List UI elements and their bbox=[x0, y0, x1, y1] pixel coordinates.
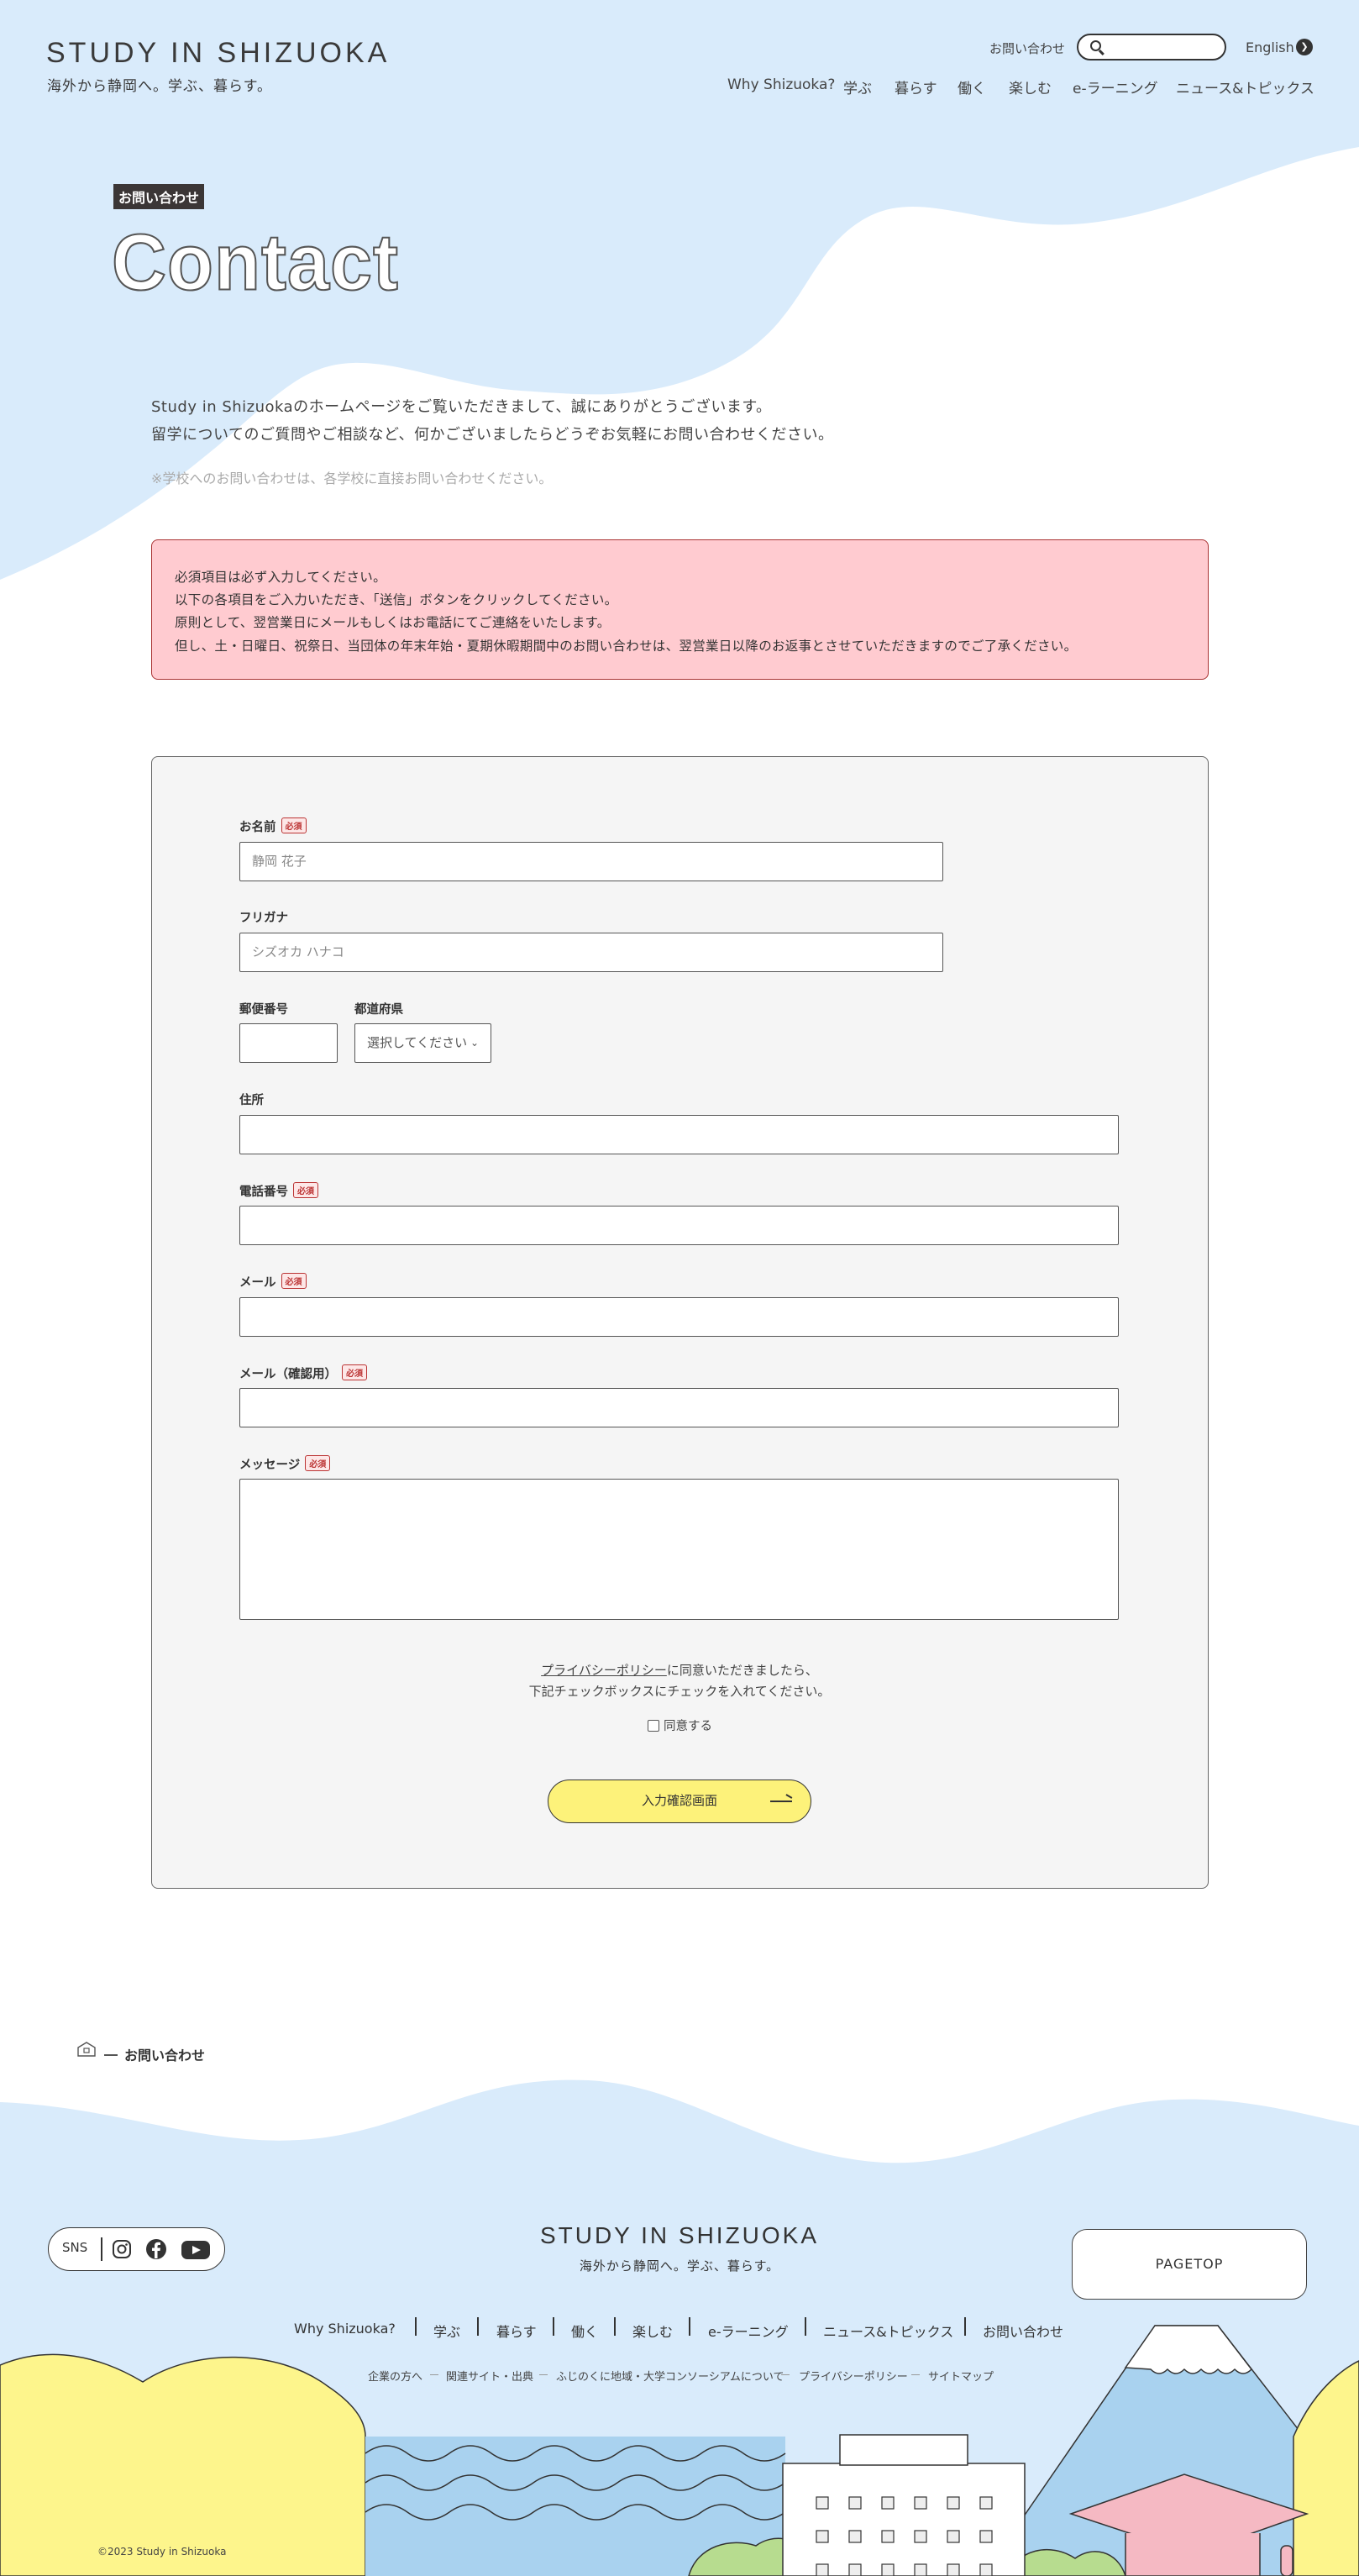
required-badge: 必須 bbox=[305, 1455, 331, 1471]
breadcrumb-separator bbox=[104, 2054, 118, 2056]
nav-item-news[interactable]: ニュース&トピックス bbox=[1176, 76, 1314, 97]
footer-nav-enjoy[interactable]: 楽しむ bbox=[632, 2321, 673, 2341]
divider bbox=[911, 2374, 920, 2375]
required-badge: 必須 bbox=[293, 1182, 318, 1198]
header-contact-link[interactable]: お問い合わせ bbox=[989, 39, 1065, 57]
footer-nav-news[interactable]: ニュース&トピックス bbox=[823, 2321, 953, 2341]
divider bbox=[415, 2317, 417, 2336]
privacy-instruction-text: 下記チェックボックスにチェックを入れてください。 bbox=[528, 1684, 831, 1699]
page-title: Contact bbox=[111, 218, 399, 308]
search-icon[interactable] bbox=[1090, 40, 1101, 51]
nav-item-learn[interactable]: 学ぶ bbox=[843, 76, 872, 97]
required-badge: 必須 bbox=[281, 1273, 307, 1289]
divider bbox=[614, 2317, 616, 2336]
email-label: メール 必須 bbox=[239, 1273, 307, 1291]
divider bbox=[781, 2374, 790, 2375]
nav-item-why-shizuoka[interactable]: Why Shizuoka? bbox=[727, 76, 835, 93]
agree-label: 同意する bbox=[664, 1720, 712, 1733]
divider bbox=[964, 2317, 966, 2336]
nav-item-enjoy[interactable]: 楽しむ bbox=[1009, 76, 1052, 97]
footer-nav-learn[interactable]: 学ぶ bbox=[433, 2321, 460, 2341]
left-hills bbox=[0, 2353, 366, 2576]
agree-checkbox-row[interactable]: 同意する bbox=[648, 1716, 712, 1734]
nav-item-work[interactable]: 働く bbox=[958, 76, 986, 97]
site-logo[interactable]: STUDY IN SHIZUOKA bbox=[46, 37, 390, 70]
intro-text-line: 留学についてのご質問やご相談など、何かございましたらどうぞお気軽にお問い合わせく… bbox=[151, 426, 834, 444]
footer-nav-elearning[interactable]: e-ラーニング bbox=[708, 2321, 789, 2341]
site-tagline: 海外から静岡へ。学ぶ、暮らす。 bbox=[47, 78, 272, 95]
footer-nav-work[interactable]: 働く bbox=[571, 2321, 598, 2341]
message-textarea[interactable] bbox=[239, 1479, 1119, 1620]
notice-line: 但し、土・日曜日、祝祭日、当団体の年末年始・夏期休暇期間中のお問い合わせは、翌営… bbox=[175, 639, 1078, 654]
pagetop-button[interactable]: PAGETOP bbox=[1072, 2229, 1307, 2300]
email-field[interactable] bbox=[239, 1297, 1119, 1337]
kana-field[interactable]: シズオカ ハナコ bbox=[239, 933, 943, 972]
agree-checkbox[interactable] bbox=[648, 1720, 659, 1732]
privacy-policy-link[interactable]: プライバシーポリシー bbox=[541, 1663, 667, 1678]
postal-field[interactable] bbox=[239, 1023, 338, 1063]
language-link[interactable]: English bbox=[1246, 39, 1294, 55]
footer-subnav-consortium[interactable]: ふじのくに地域・大学コンソーシアムについて bbox=[556, 2368, 784, 2384]
chevron-right-icon[interactable]: ❯ bbox=[1296, 39, 1313, 55]
intro-text-line: Study in Shizuokaのホームページをご覧いただきまして、誠にありが… bbox=[151, 398, 772, 416]
name-field[interactable]: 静岡 花子 bbox=[239, 842, 943, 881]
email-confirm-label: メール（確認用） 必須 bbox=[239, 1364, 367, 1382]
notice-line: 以下の各項目をご入力いただき、「送信」ボタンをクリックしてください。 bbox=[175, 592, 618, 607]
confirm-button[interactable]: 入力確認画面 bbox=[548, 1780, 811, 1823]
address-field[interactable] bbox=[239, 1115, 1119, 1154]
page-category-badge: お問い合わせ bbox=[113, 184, 205, 209]
footer-subnav-business[interactable]: 企業の方へ bbox=[368, 2368, 422, 2384]
phone-field[interactable] bbox=[239, 1206, 1119, 1245]
notice-line: 必須項目は必ず入力してください。 bbox=[175, 570, 386, 585]
divider bbox=[689, 2317, 690, 2336]
footer-nav-why-shizuoka[interactable]: Why Shizuoka? bbox=[294, 2321, 396, 2337]
arrow-right-icon bbox=[770, 1801, 792, 1802]
name-label: お名前 必須 bbox=[239, 817, 307, 835]
required-badge: 必須 bbox=[342, 1364, 367, 1380]
divider bbox=[553, 2317, 554, 2336]
notice-box bbox=[151, 539, 1209, 680]
kana-label: フリガナ bbox=[239, 912, 288, 925]
school-inquiry-note: ※学校へのお問い合わせは、各学校に直接お問い合わせください。 bbox=[151, 471, 553, 486]
footer-subnav-sitemap[interactable]: サイトマップ bbox=[928, 2368, 994, 2384]
home-icon[interactable] bbox=[77, 2042, 96, 2057]
copyright: ©2023 Study in Shizuoka bbox=[97, 2546, 227, 2558]
divider bbox=[805, 2317, 806, 2336]
notice-line: 原則として、翌営業日にメールもしくはお電話にてご連絡をいたします。 bbox=[175, 615, 611, 630]
divider bbox=[539, 2374, 548, 2375]
footer-subnav-privacy[interactable]: プライバシーポリシー bbox=[799, 2368, 908, 2384]
footer-nav-contact[interactable]: お問い合わせ bbox=[983, 2321, 1063, 2341]
address-label: 住所 bbox=[239, 1094, 264, 1107]
message-label: メッセージ 必須 bbox=[239, 1455, 331, 1473]
privacy-consent-text: プライバシーポリシーに同意いただきましたら、 bbox=[541, 1663, 818, 1678]
breadcrumb-current: お問い合わせ bbox=[124, 2048, 206, 2063]
chevron-down-icon: ⌄ bbox=[470, 1037, 479, 1049]
divider bbox=[477, 2317, 479, 2336]
required-badge: 必須 bbox=[281, 817, 307, 833]
nav-item-elearning[interactable]: e-ラーニング bbox=[1073, 76, 1158, 97]
prefecture-label: 都道府県 bbox=[354, 1003, 403, 1017]
footer-nav-live[interactable]: 暮らす bbox=[496, 2321, 537, 2341]
prefecture-select[interactable]: 選択してください ⌄ bbox=[354, 1023, 491, 1063]
nav-item-live[interactable]: 暮らす bbox=[895, 76, 937, 97]
postal-label: 郵便番号 bbox=[239, 1003, 288, 1017]
email-confirm-field[interactable] bbox=[239, 1388, 1119, 1427]
footer-subnav-related[interactable]: 関連サイト・出典 bbox=[446, 2368, 533, 2384]
divider bbox=[430, 2374, 438, 2375]
phone-label: 電話番号 必須 bbox=[239, 1182, 318, 1200]
